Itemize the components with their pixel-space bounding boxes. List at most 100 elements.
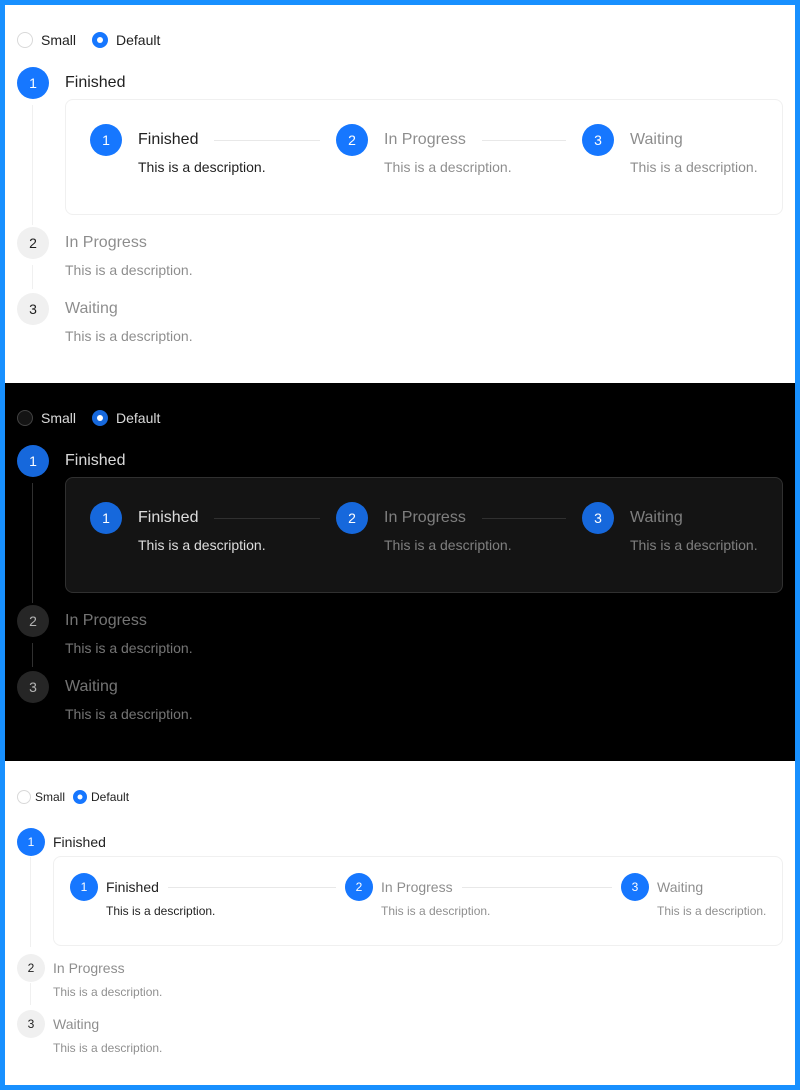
step-3-number: 3 [29,301,37,317]
inner-step-connector [168,887,336,888]
inner-step-1-title[interactable]: Finished [138,509,198,527]
step-3-icon[interactable]: 3 [17,671,49,703]
inner-step-1-number: 1 [102,132,110,148]
step-2-description: This is a description. [65,262,193,278]
radio-small[interactable]: Small [17,410,92,426]
inner-step-2-title[interactable]: In Progress [384,509,466,527]
step-connector [30,857,31,947]
inner-step-2-description: This is a description. [384,159,512,175]
step-3-number: 3 [27,1017,35,1031]
step-2-number: 2 [27,961,35,975]
inner-step-2-title[interactable]: In Progress [384,131,466,149]
step-3-description: This is a description. [65,706,193,722]
radio-small-label: Small [35,790,66,804]
step-2-description: This is a description. [53,985,163,999]
step-3-description: This is a description. [65,328,193,344]
step-connector [32,265,33,289]
size-radio-group: Small Default [17,790,137,804]
radio-small-circle[interactable] [17,410,33,426]
inner-step-3-description: This is a description. [630,159,758,175]
inner-step-connector [482,518,566,519]
inner-step-3-description: This is a description. [630,537,758,553]
step-connector [32,643,33,667]
step-1-icon[interactable]: 1 [17,445,49,477]
step-1-number: 1 [29,75,37,91]
inner-step-1-description: This is a description. [138,537,266,553]
step-3-title[interactable]: Waiting [53,1016,99,1032]
step-2-number: 2 [29,613,37,629]
size-radio-group: Small Default [17,410,176,426]
radio-default-circle[interactable] [92,32,109,48]
step-1-number: 1 [27,835,35,849]
section-light-default: Small Default 1 Finished 1 Finished This… [5,5,795,383]
inner-step-1-title[interactable]: Finished [106,879,159,895]
nested-steps-card: 1 Finished This is a description. 2 In P… [53,856,783,946]
radio-small[interactable]: Small [17,32,92,48]
inner-step-2-description: This is a description. [384,537,512,553]
radio-default-circle[interactable] [73,790,88,804]
radio-small-circle[interactable] [17,32,33,48]
step-connector [32,483,33,603]
step-2-icon[interactable]: 2 [17,227,49,259]
inner-step-connector [462,887,612,888]
inner-step-1-number: 1 [80,880,88,894]
step-2-icon[interactable]: 2 [17,605,49,637]
step-2-title[interactable]: In Progress [65,234,147,252]
step-1-icon[interactable]: 1 [17,67,49,99]
step-2-number: 2 [29,235,37,251]
inner-step-3-title[interactable]: Waiting [630,509,683,527]
inner-step-3-number: 3 [631,880,639,894]
step-3-icon[interactable]: 3 [17,293,49,325]
radio-default[interactable]: Default [92,410,176,426]
section-light-small: Small Default 1 Finished 1 Finished This… [5,761,795,1085]
step-3-title[interactable]: Waiting [65,678,118,696]
step-3-number: 3 [29,679,37,695]
radio-default[interactable]: Default [92,32,176,48]
inner-step-2-icon[interactable]: 2 [336,502,368,534]
radio-default[interactable]: Default [73,790,137,804]
nested-steps-card: 1 Finished This is a description. 2 In P… [65,99,783,215]
step-1-title[interactable]: Finished [53,834,106,850]
inner-step-3-title[interactable]: Waiting [657,879,703,895]
step-1-title[interactable]: Finished [65,74,125,92]
inner-step-2-number: 2 [348,132,356,148]
step-2-title[interactable]: In Progress [65,612,147,630]
step-2-description: This is a description. [65,640,193,656]
inner-step-2-number: 2 [355,880,363,894]
inner-step-3-number: 3 [594,510,602,526]
inner-step-connector [214,518,320,519]
frame: Small Default 1 Finished 1 Finished This… [5,5,795,1085]
inner-step-2-title[interactable]: In Progress [381,879,453,895]
step-1-icon[interactable]: 1 [17,828,45,856]
step-1-title[interactable]: Finished [65,452,125,470]
step-2-icon[interactable]: 2 [17,954,45,982]
step-3-description: This is a description. [53,1041,163,1055]
step-1-number: 1 [29,453,37,469]
inner-step-3-icon[interactable]: 3 [621,873,649,901]
radio-default-circle[interactable] [92,410,109,426]
section-dark-default: Small Default 1 Finished 1 Finished This… [5,383,795,761]
inner-step-2-icon[interactable]: 2 [345,873,373,901]
radio-default-label: Default [116,32,161,48]
step-connector [32,105,33,225]
radio-small[interactable]: Small [17,790,73,804]
inner-step-1-icon[interactable]: 1 [90,124,122,156]
inner-step-3-description: This is a description. [657,904,767,918]
radio-small-circle[interactable] [17,790,31,804]
inner-step-1-number: 1 [102,510,110,526]
inner-step-2-number: 2 [348,510,356,526]
inner-step-1-icon[interactable]: 1 [90,502,122,534]
nested-steps-card: 1 Finished This is a description. 2 In P… [65,477,783,593]
inner-step-3-title[interactable]: Waiting [630,131,683,149]
radio-small-label: Small [41,410,77,426]
inner-step-3-icon[interactable]: 3 [582,502,614,534]
inner-step-3-icon[interactable]: 3 [582,124,614,156]
inner-step-connector [482,140,566,141]
inner-step-1-title[interactable]: Finished [138,131,198,149]
radio-default-label: Default [91,790,130,804]
inner-step-1-icon[interactable]: 1 [70,873,98,901]
step-2-title[interactable]: In Progress [53,960,125,976]
inner-step-2-icon[interactable]: 2 [336,124,368,156]
step-3-title[interactable]: Waiting [65,300,118,318]
step-3-icon[interactable]: 3 [17,1010,45,1038]
